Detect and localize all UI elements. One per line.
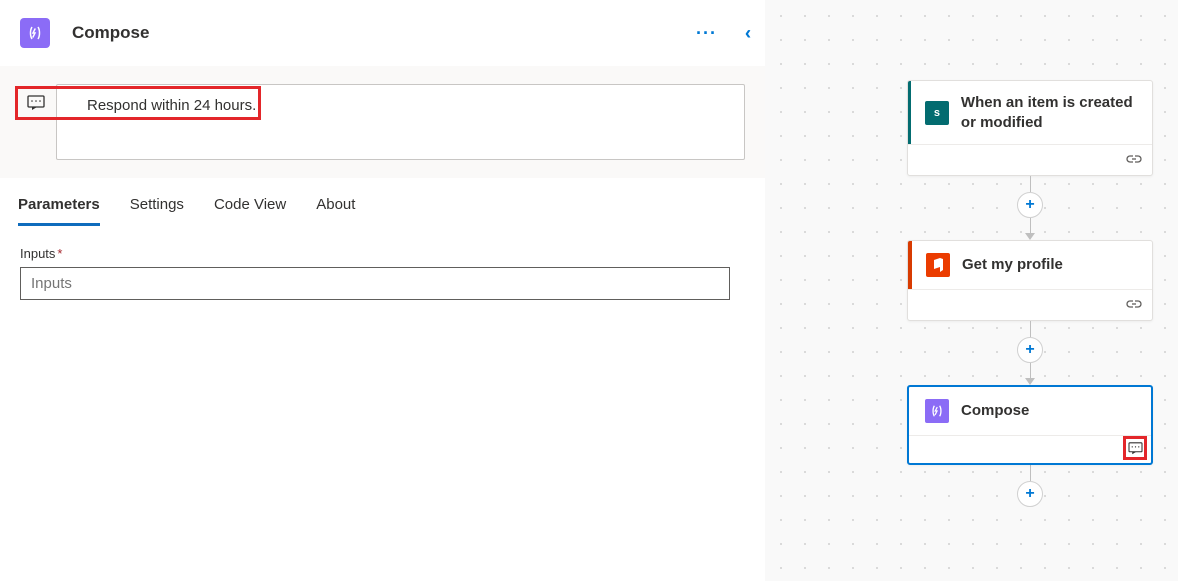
flow-card-compose[interactable]: Compose	[907, 385, 1153, 465]
required-indicator: *	[57, 246, 62, 261]
tab-parameters[interactable]: Parameters	[18, 196, 100, 226]
note-text: Respond within 24 hours.	[87, 97, 256, 114]
add-step-button[interactable]: +	[1017, 337, 1043, 363]
highlight-annotation	[1123, 436, 1147, 460]
parameters-form: Inputs*	[0, 226, 765, 320]
inputs-field[interactable]	[20, 267, 730, 300]
card-title: Compose	[961, 401, 1029, 421]
compose-icon	[925, 399, 949, 423]
office365-icon	[926, 253, 950, 277]
details-panel: Compose ··· ‹‹ Respond within 24 hours. …	[0, 0, 765, 581]
link-icon	[1126, 296, 1142, 314]
link-icon	[1126, 151, 1142, 169]
flow-canvas[interactable]: s When an item is created or modified +	[765, 0, 1178, 581]
tab-about[interactable]: About	[316, 196, 355, 226]
note-section: Respond within 24 hours.	[0, 66, 765, 178]
flow-card-profile[interactable]: Get my profile	[907, 240, 1153, 321]
card-title: When an item is created or modified	[961, 93, 1138, 132]
note-textarea[interactable]: Respond within 24 hours.	[56, 84, 745, 160]
panel-header: Compose ··· ‹‹	[0, 0, 765, 66]
panel-title: Compose	[72, 23, 696, 43]
tab-settings[interactable]: Settings	[130, 196, 184, 226]
add-step-button[interactable]: +	[1017, 192, 1043, 218]
card-title: Get my profile	[962, 255, 1063, 275]
note-icon	[27, 95, 45, 111]
sharepoint-icon: s	[925, 101, 949, 125]
inputs-label: Inputs*	[20, 246, 745, 261]
flow-card-trigger[interactable]: s When an item is created or modified	[907, 80, 1153, 176]
tabs: Parameters Settings Code View About	[0, 178, 765, 226]
more-actions-button[interactable]: ···	[696, 23, 717, 44]
add-step-button[interactable]: +	[1017, 481, 1043, 507]
tab-codeview[interactable]: Code View	[214, 196, 286, 226]
compose-icon	[20, 18, 50, 48]
